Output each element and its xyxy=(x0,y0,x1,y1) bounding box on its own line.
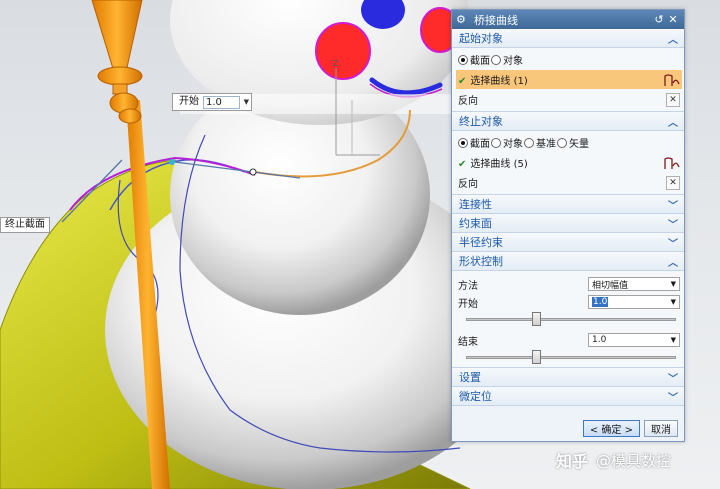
section-shape-control[interactable]: 形状控制 ︿ xyxy=(452,252,684,271)
close-icon[interactable]: ✕ xyxy=(666,13,680,26)
curve-handle[interactable] xyxy=(249,168,257,176)
chevron-down-icon: ▼ xyxy=(670,336,676,344)
watermark-site: 知乎 xyxy=(556,452,589,471)
dialog-footer: < 确定 > 取消 xyxy=(452,416,684,441)
section-connectivity[interactable]: 连接性 ﹀ xyxy=(452,195,684,214)
start-reverse-label: 反向 xyxy=(458,96,478,107)
broom-collar xyxy=(112,83,128,95)
end-reverse-label: 反向 xyxy=(458,179,478,190)
snowman-cheek xyxy=(315,22,371,80)
chevron-down-icon[interactable]: ﹀ xyxy=(668,370,678,385)
chevron-down-icon: ▼ xyxy=(670,298,676,306)
section-start-object-body: 截面 对象 ✔ 选择曲线 (1) 反向 ✕ xyxy=(452,48,684,112)
start-handle-value[interactable]: 1.0 xyxy=(203,95,240,109)
chevron-up-icon[interactable]: ︿ xyxy=(668,114,678,129)
section-shape-control-title: 形状控制 xyxy=(459,255,503,268)
start-select-curve-label: 选择曲线 (1) xyxy=(470,76,528,87)
start-select-curve-row[interactable]: ✔ 选择曲线 (1) xyxy=(456,70,682,89)
method-select[interactable]: 相切幅值 ▼ xyxy=(588,277,680,291)
end-section-label: 终止截面 xyxy=(0,217,50,233)
dialog-title: 桥接曲线 xyxy=(474,13,518,27)
section-end-object-title: 终止对象 xyxy=(459,115,503,128)
end-select-curve-row[interactable]: ✔ 选择曲线 (5) xyxy=(456,153,682,172)
check-icon: ✔ xyxy=(458,159,467,170)
radio-start-object[interactable]: 对象 xyxy=(491,52,523,67)
radio-end-vector[interactable]: 矢量 xyxy=(557,135,589,150)
section-constraint-face[interactable]: 约束面 ﹀ xyxy=(452,214,684,233)
broom-bristles[interactable] xyxy=(91,0,143,73)
reverse-direction-icon[interactable]: ✕ xyxy=(666,175,680,190)
start-slider-thumb[interactable] xyxy=(532,312,541,326)
watermark-account: @模具数控 xyxy=(596,451,672,470)
start-value-input[interactable]: 1.0 ▼ xyxy=(588,295,680,309)
chevron-down-icon[interactable]: ﹀ xyxy=(668,389,678,404)
start-value-row: 开始 1.0 ▼ xyxy=(458,293,680,311)
curve-select-icon[interactable] xyxy=(664,156,680,170)
end-reverse-row: 反向 ✕ xyxy=(458,173,680,192)
chevron-down-icon[interactable]: ﹀ xyxy=(668,197,678,212)
radio-end-datum[interactable]: 基准 xyxy=(524,135,556,150)
start-magnitude-handle[interactable]: 开始 1.0 ▼ xyxy=(172,93,252,111)
end-slider[interactable] xyxy=(466,349,676,365)
reset-icon[interactable]: ↺ xyxy=(652,13,666,26)
end-type-radio-group: 截面 对象 基准 矢量 xyxy=(458,133,680,152)
ok-button[interactable]: < 确定 > xyxy=(582,420,640,437)
radio-start-section[interactable]: 截面 xyxy=(458,52,490,67)
radio-end-object[interactable]: 对象 xyxy=(491,135,523,150)
check-icon: ✔ xyxy=(458,76,467,87)
bridge-curve-dialog: ⚙ 桥接曲线 ↺ ✕ 起始对象 ︿ 截面 对象 ✔ 选择曲线 (1) 反向 ✕ 终… xyxy=(451,9,685,442)
radio-end-section[interactable]: 截面 xyxy=(458,135,490,150)
axis-z-label: Z xyxy=(333,59,339,68)
reverse-direction-icon[interactable]: ✕ xyxy=(666,92,680,107)
chevron-up-icon[interactable]: ︿ xyxy=(668,31,678,46)
section-end-object-body: 截面 对象 基准 矢量 ✔ 选择曲线 (5) 反向 ✕ xyxy=(452,131,684,195)
chevron-down-icon[interactable]: ﹀ xyxy=(668,216,678,231)
start-slider[interactable] xyxy=(466,311,676,327)
watermark: 知乎 @模具数控 xyxy=(556,448,671,472)
dialog-titlebar[interactable]: ⚙ 桥接曲线 ↺ ✕ xyxy=(452,10,684,29)
cancel-button[interactable]: 取消 xyxy=(644,420,678,437)
section-radius-constraint[interactable]: 半径约束 ﹀ xyxy=(452,233,684,252)
section-fine-positioning[interactable]: 微定位 ﹀ xyxy=(452,387,684,406)
chevron-down-icon[interactable]: ▼ xyxy=(244,95,249,109)
section-end-object[interactable]: 终止对象 ︿ xyxy=(452,112,684,131)
broom-ring xyxy=(97,66,143,86)
gear-icon[interactable]: ⚙ xyxy=(456,13,470,26)
section-settings[interactable]: 设置 ﹀ xyxy=(452,368,684,387)
start-value-label: 开始 xyxy=(458,298,478,310)
broom-knob xyxy=(118,108,142,124)
end-value-input[interactable]: 1.0 ▼ xyxy=(588,333,680,347)
end-value-row: 结束 1.0 ▼ xyxy=(458,331,680,349)
end-select-curve-label: 选择曲线 (5) xyxy=(470,159,528,170)
section-start-object[interactable]: 起始对象 ︿ xyxy=(452,29,684,48)
method-label: 方法 xyxy=(458,280,478,292)
section-shape-control-body: 方法 相切幅值 ▼ 开始 1.0 ▼ 结束 1.0 ▼ xyxy=(452,271,684,368)
chevron-down-icon: ▼ xyxy=(670,280,676,288)
end-value-label: 结束 xyxy=(458,336,478,348)
curve-select-icon[interactable] xyxy=(664,73,680,87)
curve-handle[interactable] xyxy=(169,159,175,165)
start-type-radio-group: 截面 对象 xyxy=(458,50,680,69)
start-handle-label: 开始 xyxy=(179,96,199,107)
end-slider-thumb[interactable] xyxy=(532,350,541,364)
chevron-up-icon[interactable]: ︿ xyxy=(668,254,678,269)
chevron-down-icon[interactable]: ﹀ xyxy=(668,235,678,250)
start-reverse-row: 反向 ✕ xyxy=(458,90,680,109)
section-start-object-title: 起始对象 xyxy=(459,32,503,45)
method-row: 方法 相切幅值 ▼ xyxy=(458,275,680,293)
